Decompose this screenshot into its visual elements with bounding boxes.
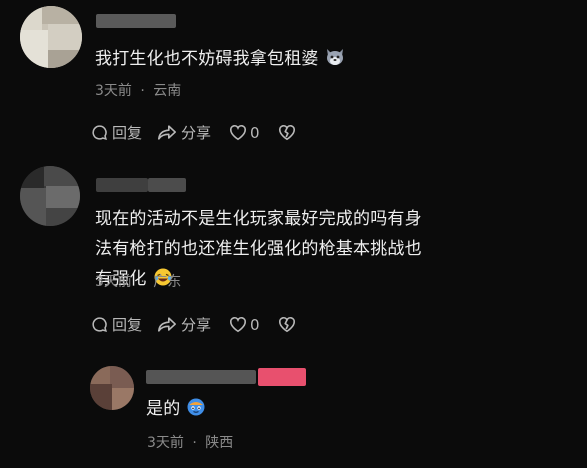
reply-button[interactable]: 回复: [91, 122, 142, 143]
share-button[interactable]: 分享: [157, 122, 211, 143]
share-label: 分享: [181, 316, 212, 334]
meta-separator: ·: [192, 435, 197, 451]
timestamp: 3天前: [95, 274, 132, 290]
share-icon: [157, 316, 177, 333]
broken-heart-icon: [278, 124, 296, 141]
share-button[interactable]: 分享: [157, 314, 211, 335]
username-redacted[interactable]: [96, 14, 176, 28]
username-redacted[interactable]: [146, 370, 256, 384]
location: 云南: [153, 83, 182, 99]
like-count: 0: [250, 123, 260, 142]
comment-2: 现在的活动不是生化玩家最好完成的吗有身法有枪打的也还准生化强化的枪基本挑战也有强…: [0, 160, 587, 360]
location: 陕西: [205, 435, 234, 451]
heart-icon: [229, 124, 247, 141]
comment-actions: 回复 分享 0: [91, 122, 296, 143]
reply-icon: [91, 316, 108, 333]
dislike-button[interactable]: [278, 124, 296, 141]
share-icon: [157, 124, 177, 141]
dislike-button[interactable]: [278, 316, 296, 333]
username-redacted-2: [148, 178, 186, 192]
reply-icon: [91, 124, 108, 141]
avatar[interactable]: [90, 366, 134, 410]
meta-separator: ·: [140, 274, 145, 290]
reply-meta: 3天前 · 陕西: [147, 432, 233, 452]
location: 广东: [153, 274, 182, 290]
comment-meta: 3天前 · 云南: [95, 80, 181, 100]
like-button[interactable]: 0: [229, 316, 260, 334]
reply-button[interactable]: 回复: [91, 314, 142, 335]
comment-1: 我打生化也不妨碍我拿包租婆 3天前 · 云南 回复 分享 0: [0, 0, 587, 160]
timestamp: 3天前: [147, 435, 184, 451]
like-button[interactable]: 0: [229, 124, 260, 142]
heart-icon: [229, 316, 247, 333]
reply-label: 回复: [112, 316, 143, 334]
meta-separator: ·: [140, 83, 145, 99]
comment-meta: 3天前 · 广东: [95, 271, 181, 291]
like-count: 0: [250, 315, 260, 334]
blue-face-emoji-icon: [186, 397, 206, 417]
comment-actions: 回复 分享 0: [91, 314, 296, 335]
avatar[interactable]: [20, 166, 80, 226]
avatar[interactable]: [20, 6, 82, 68]
reply-text: 是的: [146, 394, 546, 424]
broken-heart-icon: [278, 316, 296, 333]
reply-1: 是的 3天前 · 陕西: [0, 360, 587, 468]
username-redacted[interactable]: [96, 178, 148, 192]
user-badge: [258, 368, 306, 386]
share-label: 分享: [181, 124, 212, 142]
wolf-face-emoji-icon: [325, 47, 345, 67]
reply-label: 回复: [112, 124, 143, 142]
timestamp: 3天前: [95, 83, 132, 99]
comment-text: 我打生化也不妨碍我拿包租婆: [95, 44, 575, 74]
